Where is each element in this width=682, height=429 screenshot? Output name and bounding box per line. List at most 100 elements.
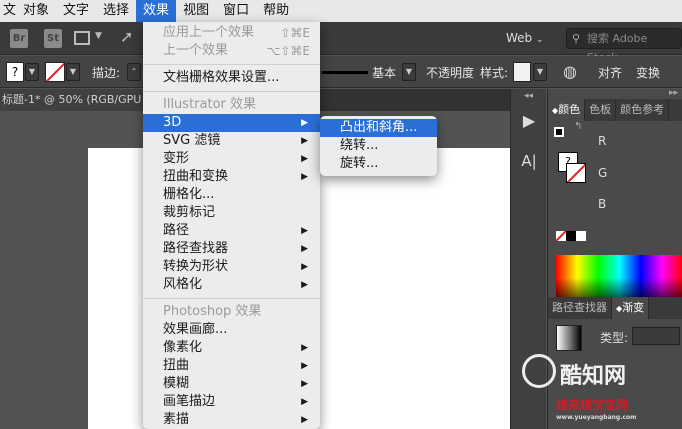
menu-item-rasterize[interactable]: 栅格化... [143, 186, 320, 204]
control-bar: ? ▼ ▼ 描边: ⌃ 基本 ▼ 不透明度 样式: ▼ ◍ 对齐 变换 [0, 56, 682, 88]
stroke-preview [322, 71, 368, 74]
submenu-arrow-icon: ▶ [301, 379, 308, 389]
menu-item-distort[interactable]: 扭曲 ▶ [143, 357, 320, 375]
submenu-arrow-icon: ▶ [301, 280, 308, 290]
stroke-swatch[interactable] [45, 62, 65, 82]
black-swatch[interactable] [566, 231, 576, 241]
graphic-style-swatch[interactable] [513, 62, 531, 82]
menu-item-path[interactable]: 路径 ▶ [143, 222, 320, 240]
menu-item-pathfinder[interactable]: 路径查找器 ▶ [143, 240, 320, 258]
fill-swatch[interactable]: ? [6, 62, 24, 82]
tab-color-guide[interactable]: 颜色参考 [616, 99, 670, 121]
submenu-arrow-icon: ▶ [301, 154, 308, 164]
menu-help[interactable]: 帮助 [256, 0, 296, 22]
arrange-documents-icon[interactable] [74, 31, 90, 45]
watermark-logo: 酷知网 越来越宝宝网 www.yueyangbang.com [500, 340, 680, 429]
bridge-icon[interactable]: Br [10, 29, 28, 48]
menu-item-blur[interactable]: 模糊 ▶ [143, 375, 320, 393]
menu-item-distort-transform[interactable]: 扭曲和变换 ▶ [143, 168, 320, 186]
watermark-url: www.yueyangbang.com [556, 414, 637, 421]
menu-separator [143, 91, 320, 92]
menu-object[interactable]: 对象 [16, 0, 56, 22]
menu-window[interactable]: 窗口 [216, 0, 256, 22]
submenu-arrow-icon: ▶ [301, 172, 308, 182]
stroke-weight-stepper[interactable]: ⌃ [127, 63, 141, 81]
menu-header-photoshop: Photoshop 效果 [163, 304, 262, 319]
fill-dropdown[interactable]: ▼ [25, 63, 39, 81]
menu-item-extrude-bevel[interactable]: 凸出和斜角... [320, 119, 437, 137]
menu-item-effect-gallery[interactable]: 效果画廊... [143, 321, 320, 339]
application-bar: Br St ▼ ➚ Web ⌄ ⚲ 搜索 Adobe Stock [0, 22, 682, 64]
chevron-down-icon: ▼ [95, 31, 102, 41]
menu-item-crop-marks[interactable]: 裁剪标记 [143, 204, 320, 222]
chevron-down-icon: ⌄ [536, 35, 544, 45]
menu-item-sketch[interactable]: 素描 ▶ [143, 411, 320, 429]
align-button[interactable]: 对齐 [598, 64, 622, 81]
none-color-swatch[interactable] [556, 231, 566, 241]
watermark-text-1: 酷知网 [560, 364, 627, 389]
collapse-panels-icon[interactable]: ◂◂ [524, 91, 533, 101]
menu-item-document-raster-settings[interactable]: 文档栅格效果设置... [143, 69, 320, 87]
menu-effect[interactable]: 效果 [136, 0, 177, 22]
document-tab[interactable]: 标题-1* @ 50% (RGB/GPU 预览) [0, 89, 150, 111]
menu-item-convert-to-shape[interactable]: 转换为形状 ▶ [143, 258, 320, 276]
search-icon: ⚲ [572, 32, 581, 45]
menu-item-brush-strokes[interactable]: 画笔描边 ▶ [143, 393, 320, 411]
transform-button[interactable]: 变换 [636, 64, 660, 81]
graphic-style-dropdown[interactable]: ▼ [533, 63, 547, 81]
stock-icon[interactable]: St [44, 29, 62, 48]
submenu-arrow-icon: ▶ [301, 397, 308, 407]
tab-color[interactable]: ◆颜色 [548, 99, 586, 121]
swap-fill-stroke-icon[interactable]: ↰ [574, 121, 582, 132]
style-label: 样式: [480, 66, 509, 80]
menu-item-apply-last-effect[interactable]: 应用上一个效果 ⇧⌘E [143, 24, 320, 42]
menu-item-3d[interactable]: 3D ▶ [143, 114, 320, 132]
stroke-dropdown[interactable]: ▼ [66, 63, 80, 81]
submenu-arrow-icon: ▶ [301, 262, 308, 272]
submenu-arrow-icon: ▶ [301, 226, 308, 236]
opacity-label[interactable]: 不透明度 [426, 64, 474, 81]
submenu-arrow-icon: ▶ [301, 361, 308, 371]
menu-item-warp[interactable]: 变形 ▶ [143, 150, 320, 168]
no-stroke-icon [46, 63, 64, 81]
menu-item-rotate[interactable]: 旋转... [320, 155, 437, 173]
default-colors-icon[interactable] [554, 127, 564, 137]
menu-bar: 文件 对象 文字 选择 效果 视图 窗口 帮助 [0, 0, 682, 22]
menu-view[interactable]: 视图 [176, 0, 216, 22]
menu-item-last-effect[interactable]: 上一个效果 ⌥⇧⌘E [143, 42, 320, 60]
tab-pathfinder[interactable]: 路径查找器 [548, 297, 612, 319]
stroke-style-preset[interactable]: 基本 [372, 64, 396, 81]
menu-select[interactable]: 选择 [96, 0, 136, 22]
play-action-icon[interactable]: ▶ [517, 109, 541, 133]
submenu-3d: 凸出和斜角... 绕转... 旋转... [320, 116, 437, 176]
tab-gradient[interactable]: ◆渐变 [612, 297, 650, 319]
stroke-color-swatch[interactable] [566, 163, 586, 183]
menu-file[interactable]: 文件 [0, 0, 16, 22]
menu-item-svg-filters[interactable]: SVG 滤镜 ▶ [143, 132, 320, 150]
tab-swatches[interactable]: 色板 [585, 99, 617, 121]
submenu-arrow-icon: ▶ [301, 244, 308, 254]
color-panel-tabs: ◆颜色 色板 颜色参考 [548, 99, 682, 121]
channel-b-label: B [598, 197, 607, 211]
menu-type[interactable]: 文字 [56, 0, 96, 22]
workspace-switcher[interactable]: Web ⌄ [506, 31, 544, 45]
collapse-icon[interactable]: ▸▸ [669, 88, 678, 98]
white-swatch[interactable] [576, 231, 586, 241]
stock-search-input[interactable]: ⚲ 搜索 Adobe Stock [566, 28, 682, 64]
submenu-arrow-icon: ▶ [301, 118, 308, 128]
watermark-badge-icon [522, 354, 556, 388]
recolor-artwork-icon[interactable]: ◍ [563, 62, 577, 81]
stroke-style-dropdown[interactable]: ▼ [402, 63, 416, 81]
menu-item-revolve[interactable]: 绕转... [320, 137, 437, 155]
submenu-arrow-icon: ▶ [301, 415, 308, 425]
menu-separator [143, 298, 320, 299]
effect-menu: 应用上一个效果 ⇧⌘E 上一个效果 ⌥⇧⌘E 文档栅格效果设置... Illustr… [143, 22, 320, 429]
menu-separator [143, 64, 320, 65]
menu-item-stylize[interactable]: 风格化 ▶ [143, 276, 320, 294]
rocket-icon[interactable]: ➚ [120, 27, 133, 46]
menu-header-illustrator: Illustrator 效果 [163, 97, 257, 112]
no-stroke-icon [567, 164, 585, 182]
character-panel-icon[interactable]: A| [517, 149, 541, 173]
menu-item-pixelate[interactable]: 像素化 ▶ [143, 339, 320, 357]
channel-g-label: G [598, 166, 608, 180]
